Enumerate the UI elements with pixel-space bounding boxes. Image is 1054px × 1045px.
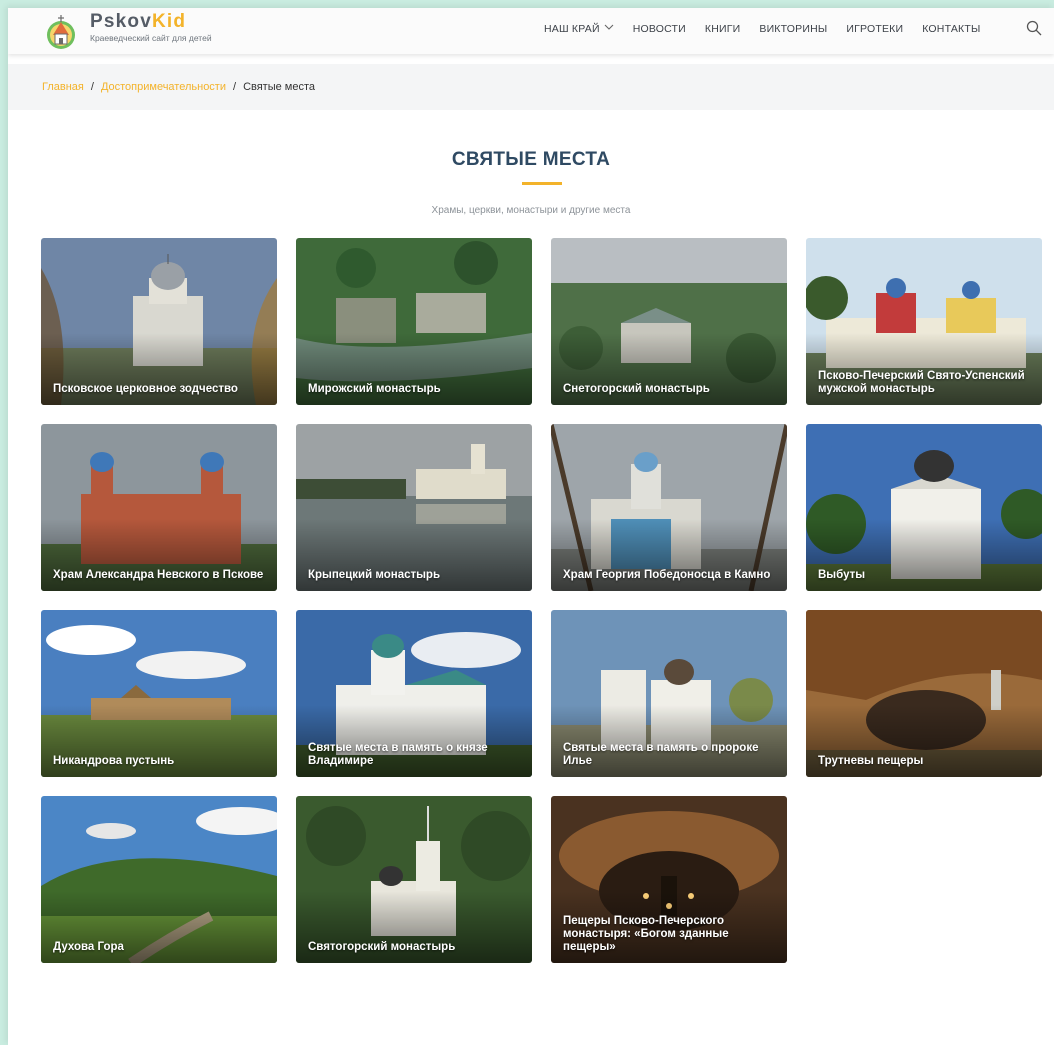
breadcrumb-home[interactable]: Главная <box>42 81 84 93</box>
main-nav: НАШ КРАЙ НОВОСТИ КНИГИ ВИКТОРИНЫ ИГРОТЕКИ КОН… <box>544 23 999 35</box>
place-card-title: Крыпецкий монастырь <box>308 569 441 581</box>
place-card[interactable]: Снетогорский монастырь <box>551 238 787 405</box>
nav-item-label: КНИГИ <box>704 23 741 35</box>
nav-item[interactable]: НАШ КРАЙ <box>544 23 614 35</box>
nav-item[interactable]: ИГРОТЕКИ <box>846 23 903 35</box>
place-card-title: Храм Александра Невского в Пскове <box>53 569 264 581</box>
brand-name-part: Pskov <box>90 11 152 32</box>
page: PskovKid Краеведческий сайт для детей НА… <box>8 8 1054 1045</box>
place-card[interactable]: Святые места в память о князе Владимире <box>296 610 532 777</box>
place-card-title: Святые места в память о князе Владимире <box>308 742 488 767</box>
nav-item-label: НОВОСТИ <box>632 23 686 35</box>
nav-item-label: ВИКТОРИНЫ <box>759 23 828 35</box>
place-card[interactable]: Никандрова пустынь <box>41 610 277 777</box>
nav-item-label: ИГРОТЕКИ <box>846 23 904 35</box>
nav-item-label: НАШ КРАЙ <box>544 23 600 35</box>
brand-name-accent: Kid <box>151 11 187 32</box>
place-card[interactable]: Храм Александра Невского в Пскове <box>41 424 277 591</box>
place-card[interactable]: Духова Гора <box>41 796 277 963</box>
brand-name: PskovKid <box>90 12 212 32</box>
place-card-title: Мирожский монастырь <box>308 383 441 395</box>
place-card[interactable]: Трутневы пещеры <box>806 610 1042 777</box>
page-subtitle: Храмы, церкви, монастыри и другие места <box>431 205 631 216</box>
breadcrumb-separator: / <box>90 81 94 93</box>
search-icon[interactable] <box>1026 20 1042 36</box>
place-card[interactable]: Мирожский монастырь <box>296 238 532 405</box>
place-card-title: Святые места в память о пророке Илье <box>563 742 759 767</box>
place-card[interactable]: Храм Георгия Победоносца в Камно <box>551 424 787 591</box>
breadcrumb-section[interactable]: Достопримечательности <box>101 81 226 93</box>
page-title: СВЯТЫЕ МЕСТА <box>451 149 611 170</box>
breadcrumb: Главная / Достопримечательности / Святые мес… <box>8 64 1054 110</box>
breadcrumb-separator: / <box>233 81 237 93</box>
place-card[interactable]: Крыпецкий монастырь <box>296 424 532 591</box>
place-card[interactable]: Святогорский монастырь <box>296 796 532 963</box>
place-card-title: Святогорский монастырь <box>308 941 456 953</box>
nav-item[interactable]: НОВОСТИ <box>633 23 686 35</box>
place-card-title: Псково-Печерский Свято-Успенский мужской… <box>818 370 1025 395</box>
nav-item-label: КОНТАКТЫ <box>922 23 981 35</box>
brand-tagline: Краеведческий сайт для детей <box>90 33 212 43</box>
place-card-title: Храм Георгия Победоносца в Камно <box>563 569 771 581</box>
nav-item[interactable]: ВИКТОРИНЫ <box>759 23 827 35</box>
site-header: PskovKid Краеведческий сайт для детей НА… <box>8 8 1054 54</box>
title-underline <box>522 182 562 185</box>
nav-item[interactable]: КОНТАКТЫ <box>922 23 980 35</box>
place-card-title: Пещеры Псково-Печерского монастыря: «Бог… <box>563 915 729 953</box>
place-card-title: Снетогорский монастырь <box>563 383 710 395</box>
place-card[interactable]: Псковское церковное зодчество <box>41 238 277 405</box>
chevron-down-icon <box>604 24 614 30</box>
logo-icon[interactable] <box>44 11 78 51</box>
place-card-title: Никандрова пустынь <box>53 755 175 767</box>
place-card[interactable]: Святые места в память о пророке Илье <box>551 610 787 777</box>
place-card[interactable]: Выбуты <box>806 424 1042 591</box>
place-card-title: Псковское церковное зодчество <box>53 383 238 395</box>
place-card[interactable]: Пещеры Псково-Печерского монастыря: «Бог… <box>551 796 787 963</box>
place-card-title: Трутневы пещеры <box>818 755 924 767</box>
brand[interactable]: PskovKid Краеведческий сайт для детей <box>90 12 212 44</box>
place-card-title: Духова Гора <box>53 941 124 953</box>
place-card-title: Выбуты <box>818 569 866 581</box>
breadcrumb-current: Святые места <box>243 81 316 93</box>
nav-item[interactable]: КНИГИ <box>705 23 740 35</box>
place-card[interactable]: Псково-Печерский Свято-Успенский мужской… <box>806 238 1042 405</box>
